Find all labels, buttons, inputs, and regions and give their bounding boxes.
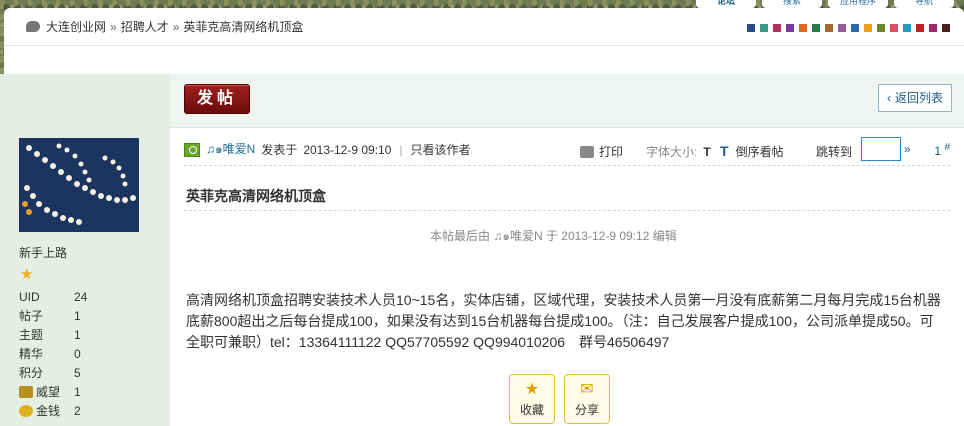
floor-mark: #	[944, 142, 950, 153]
star-icon: ★	[20, 266, 34, 283]
theme-swatch[interactable]	[825, 24, 833, 32]
floor-number[interactable]: 1 #	[934, 142, 950, 158]
stat-label: 主题	[19, 328, 44, 342]
theme-swatch[interactable]	[890, 24, 898, 32]
sidebar-header	[0, 74, 170, 128]
theme-swatch[interactable]	[773, 24, 781, 32]
theme-swatch[interactable]	[760, 24, 768, 32]
jump-label: 跳转到	[816, 145, 853, 159]
posted-time: 2013-12-9 09:10	[303, 142, 392, 157]
print-button[interactable]: 打印	[580, 143, 623, 160]
home-icon[interactable]	[26, 21, 40, 32]
theme-swatch[interactable]	[812, 24, 820, 32]
stat-value: 1	[74, 385, 81, 399]
stat-value[interactable]: 24	[74, 288, 114, 307]
user-rank: 新手上路	[19, 246, 68, 260]
theme-swatch[interactable]	[851, 24, 859, 32]
top-nav: 论坛 搜索 应用程序 导航	[696, 0, 954, 8]
stat-row: 精华 0	[19, 345, 139, 364]
stat-row: 积分 5	[19, 364, 139, 383]
favorite-button[interactable]: ★ 收藏	[509, 374, 555, 424]
share-icon: ✉	[580, 381, 594, 398]
stat-row: UID 24	[19, 288, 139, 307]
nav-forum[interactable]: 论坛	[696, 0, 756, 8]
favorite-star-icon: ★	[524, 381, 540, 398]
font-size-label: 字体大小:	[646, 145, 698, 159]
stat-label: 积分	[19, 366, 44, 380]
user-stats: UID 24 帖子 1 主题 1 精华 0 积分 5 威望 1 金钱 2	[19, 288, 139, 421]
breadcrumb-separator: »	[110, 19, 117, 34]
breadcrumb-site[interactable]: 大连创业网	[46, 18, 106, 35]
new-post-button[interactable]: 发帖	[184, 84, 250, 114]
back-to-list-button[interactable]: 返回列表	[878, 84, 952, 112]
theme-swatch[interactable]	[929, 24, 937, 32]
post-author[interactable]: ♫๑唯爱N	[206, 140, 255, 159]
theme-swatch[interactable]	[786, 24, 794, 32]
stat-value[interactable]: 5	[74, 364, 114, 383]
prestige-icon	[19, 386, 33, 398]
theme-swatch[interactable]	[747, 24, 755, 32]
breadcrumb-forum[interactable]: 招聘人才	[121, 18, 169, 35]
stat-row: 金钱 2	[19, 402, 139, 421]
stat-label: 威望	[36, 385, 61, 399]
only-author-link[interactable]: 只看该作者	[411, 141, 471, 158]
edit-note: 本帖最后由 ♫๑唯爱N 于 2013-12-9 09:12 编辑	[430, 229, 677, 243]
theme-swatch[interactable]	[877, 24, 885, 32]
jump-floor-input[interactable]	[861, 137, 901, 161]
stat-row: 主题 1	[19, 326, 139, 345]
thread-title: 英菲克高清网络机顶盒	[186, 188, 326, 204]
share-button[interactable]: ✉ 分享	[564, 374, 610, 424]
reverse-order-button[interactable]: 倒序看帖	[720, 143, 784, 160]
online-status-icon	[184, 142, 200, 157]
post-toolbar: 发帖 返回列表	[170, 74, 964, 128]
money-icon	[19, 405, 33, 417]
theme-swatch[interactable]	[838, 24, 846, 32]
nav-search[interactable]: 搜索	[762, 0, 822, 8]
stat-value[interactable]: 1	[74, 326, 114, 345]
favorite-label: 收藏	[519, 403, 544, 417]
title-divider	[184, 210, 950, 211]
theme-swatches	[747, 24, 950, 32]
stat-value[interactable]: 0	[74, 345, 114, 364]
stat-label: 帖子	[19, 309, 44, 323]
divider: |	[399, 142, 403, 157]
breadcrumb-separator: »	[172, 19, 180, 34]
stat-value: 2	[74, 404, 81, 418]
stat-row: 帖子 1	[19, 307, 139, 326]
nav-guide[interactable]: 导航	[894, 0, 954, 8]
nav-apps[interactable]: 应用程序	[828, 0, 888, 8]
breadcrumb-thread: 英菲克高清网络机顶盒	[183, 20, 304, 34]
theme-swatch[interactable]	[799, 24, 807, 32]
floor-value: 1	[934, 144, 942, 158]
jump-go-button[interactable]: »	[904, 142, 911, 156]
theme-swatch[interactable]	[903, 24, 911, 32]
post-meta: ♫๑唯爱N 发表于 2013-12-9 09:10 | 只看该作者 打印 字体大…	[184, 134, 950, 166]
stat-row: 威望 1	[19, 383, 139, 402]
stat-label: 精华	[19, 347, 44, 361]
stat-label: 金钱	[36, 404, 61, 418]
avatar[interactable]	[19, 138, 139, 232]
theme-swatch[interactable]	[942, 24, 950, 32]
stat-label: UID	[19, 290, 40, 304]
theme-swatch[interactable]	[916, 24, 924, 32]
font-size-control: 字体大小: T	[646, 143, 711, 160]
posted-prefix: 发表于	[261, 143, 298, 157]
stat-value[interactable]: 1	[74, 307, 114, 326]
avatar-image	[19, 138, 139, 232]
theme-swatch[interactable]	[864, 24, 872, 32]
font-size-toggle[interactable]: T	[703, 145, 710, 159]
post-content: 高清网络机顶盒招聘安装技术人员10~15名，实体店铺，区域代理，安装技术人员第一…	[186, 292, 941, 350]
share-label: 分享	[574, 403, 599, 417]
